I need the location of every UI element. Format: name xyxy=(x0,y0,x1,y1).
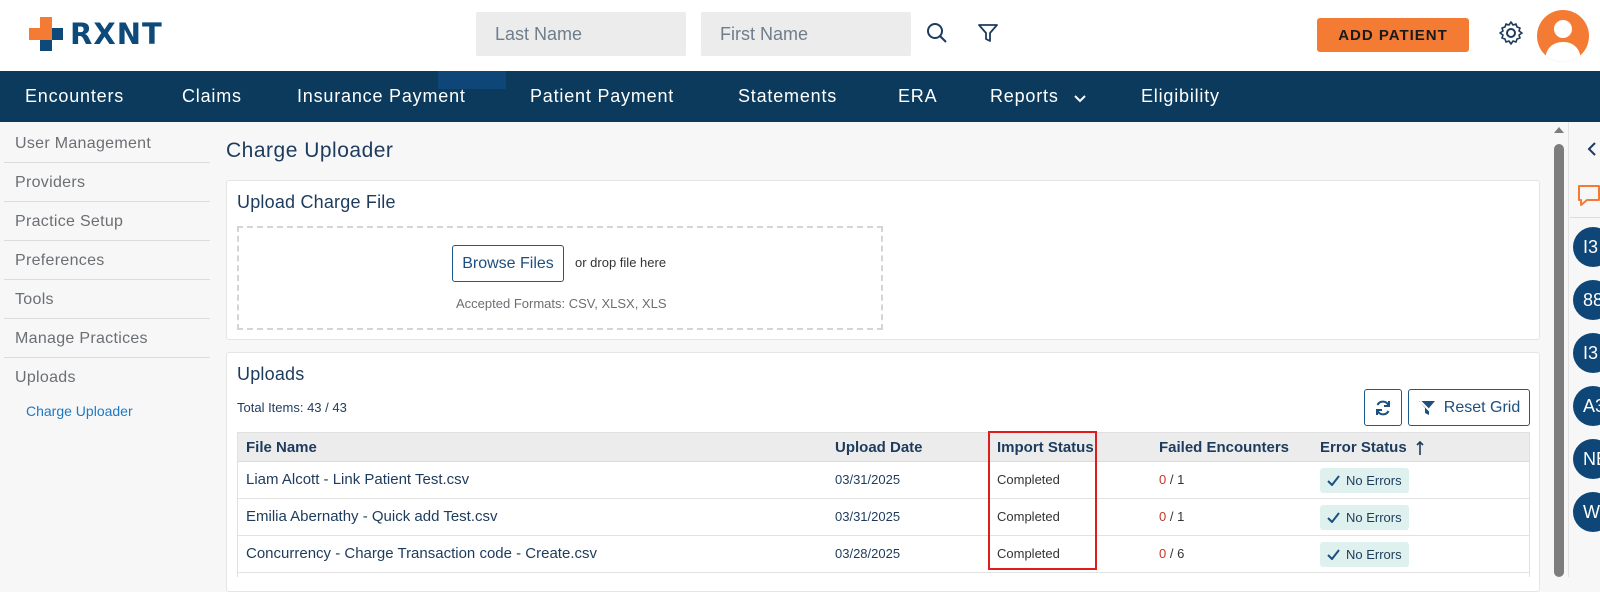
nav-hover-indicator xyxy=(438,71,506,89)
user-avatar[interactable] xyxy=(1537,10,1589,62)
page-title: Charge Uploader xyxy=(226,139,394,162)
upload-date-cell: 03/31/2025 xyxy=(835,472,901,487)
filter-clear-icon xyxy=(1418,399,1435,415)
nav-reports[interactable]: Reports xyxy=(990,71,1087,123)
nav-encounters[interactable]: Encounters xyxy=(25,71,124,122)
rail-divider xyxy=(1570,217,1600,218)
browse-files-button[interactable]: Browse Files xyxy=(452,245,564,282)
error-status-text: No Errors xyxy=(1346,510,1402,525)
refresh-icon xyxy=(1376,400,1390,415)
total-count: / 1 xyxy=(1166,472,1185,487)
logo-text: RXNT xyxy=(70,17,163,51)
nav-claims[interactable]: Claims xyxy=(182,71,242,122)
sidebar-item-providers[interactable]: Providers xyxy=(4,163,210,202)
sidebar-item-tools[interactable]: Tools xyxy=(4,280,210,319)
error-status-text: No Errors xyxy=(1346,473,1402,488)
total-count: / 6 xyxy=(1166,546,1185,561)
error-status-badge: No Errors xyxy=(1320,468,1409,493)
total-items-count: Total Items: 43 / 43 xyxy=(237,400,347,415)
drop-hint-text: or drop file here xyxy=(575,255,667,270)
check-icon xyxy=(1327,475,1340,486)
error-status-text: No Errors xyxy=(1346,547,1402,562)
failed-encounters-cell: 0 / 6 xyxy=(1159,536,1184,572)
import-status-cell: Completed xyxy=(997,472,1060,487)
sort-ascending-icon xyxy=(1416,440,1424,456)
table-row[interactable]: Liam Alcott - Link Patient Test.csv 03/3… xyxy=(238,462,1529,499)
check-icon xyxy=(1327,512,1340,523)
nav-reports-label: Reports xyxy=(990,86,1059,106)
check-icon xyxy=(1327,549,1340,560)
last-name-input[interactable] xyxy=(476,12,686,56)
user-icon xyxy=(1545,20,1581,62)
logo-cross-icon xyxy=(29,17,63,51)
reset-grid-label: Reset Grid xyxy=(1443,398,1521,416)
file-name-cell[interactable]: Liam Alcott - Link Patient Test.csv xyxy=(246,462,469,498)
column-upload-date[interactable]: Upload Date xyxy=(835,433,923,462)
uploads-card-title: Uploads xyxy=(237,364,305,384)
grid-header-row: File Name Upload Date Import Status Fail… xyxy=(238,433,1529,462)
first-name-input[interactable] xyxy=(701,12,911,56)
failed-encounters-cell: 0 / 1 xyxy=(1159,462,1184,498)
column-file-name[interactable]: File Name xyxy=(246,433,317,462)
add-patient-button[interactable]: ADD PATIENT xyxy=(1317,18,1469,52)
chat-icon[interactable] xyxy=(1576,183,1600,207)
nav-eligibility[interactable]: Eligibility xyxy=(1141,71,1220,122)
upload-card-title: Upload Charge File xyxy=(237,192,396,212)
nav-patient-payment[interactable]: Patient Payment xyxy=(530,71,674,122)
search-icon[interactable] xyxy=(924,20,950,46)
failed-encounters-cell: 0 / 1 xyxy=(1159,499,1184,535)
accepted-formats-text: Accepted Formats: CSV, XLSX, XLS xyxy=(456,296,667,311)
nav-statements[interactable]: Statements xyxy=(738,71,837,122)
nav-era[interactable]: ERA xyxy=(898,71,937,122)
sidebar-subitem-charge-uploader[interactable]: Charge Uploader xyxy=(26,403,133,419)
sidebar-item-preferences[interactable]: Preferences xyxy=(4,241,210,280)
file-name-cell[interactable]: Emilia Abernathy - Quick add Test.csv xyxy=(246,499,498,535)
sidebar-item-user-management[interactable]: User Management xyxy=(4,124,210,163)
sidebar-item-manage-practices[interactable]: Manage Practices xyxy=(4,319,210,358)
chevron-left-icon[interactable] xyxy=(1585,141,1599,157)
column-error-status[interactable]: Error Status xyxy=(1320,433,1425,462)
uploads-grid: File Name Upload Date Import Status Fail… xyxy=(237,432,1530,577)
error-status-badge: No Errors xyxy=(1320,542,1409,567)
scroll-up-arrow-icon[interactable] xyxy=(1553,126,1565,134)
chevron-down-icon xyxy=(1074,72,1087,123)
refresh-button[interactable] xyxy=(1364,389,1402,426)
gear-icon[interactable] xyxy=(1498,20,1524,46)
filter-icon[interactable] xyxy=(975,20,1001,46)
error-status-badge: No Errors xyxy=(1320,505,1409,530)
import-status-cell: Completed xyxy=(997,546,1060,561)
column-failed-encounters[interactable]: Failed Encounters xyxy=(1159,433,1289,462)
reset-grid-button[interactable]: Reset Grid xyxy=(1408,389,1530,426)
sidebar-item-uploads[interactable]: Uploads xyxy=(4,358,210,397)
main-nav: Encounters Claims Insurance Payment Pati… xyxy=(0,71,1600,122)
scrollbar-thumb[interactable] xyxy=(1554,144,1564,577)
upload-date-cell: 03/28/2025 xyxy=(835,546,901,561)
upload-date-cell: 03/31/2025 xyxy=(835,509,901,524)
column-import-status[interactable]: Import Status xyxy=(997,433,1094,462)
rxnt-logo[interactable]: RXNT xyxy=(26,14,163,54)
table-row[interactable]: Concurrency - Charge Transaction code - … xyxy=(238,536,1529,573)
table-row[interactable]: Emilia Abernathy - Quick add Test.csv 03… xyxy=(238,499,1529,536)
top-header: RXNT ADD PATIENT xyxy=(0,0,1600,71)
sidebar-item-practice-setup[interactable]: Practice Setup xyxy=(4,202,210,241)
file-name-cell[interactable]: Concurrency - Charge Transaction code - … xyxy=(246,536,597,572)
column-error-status-label: Error Status xyxy=(1320,439,1407,456)
import-status-cell: Completed xyxy=(997,509,1060,524)
total-count: / 1 xyxy=(1166,509,1185,524)
